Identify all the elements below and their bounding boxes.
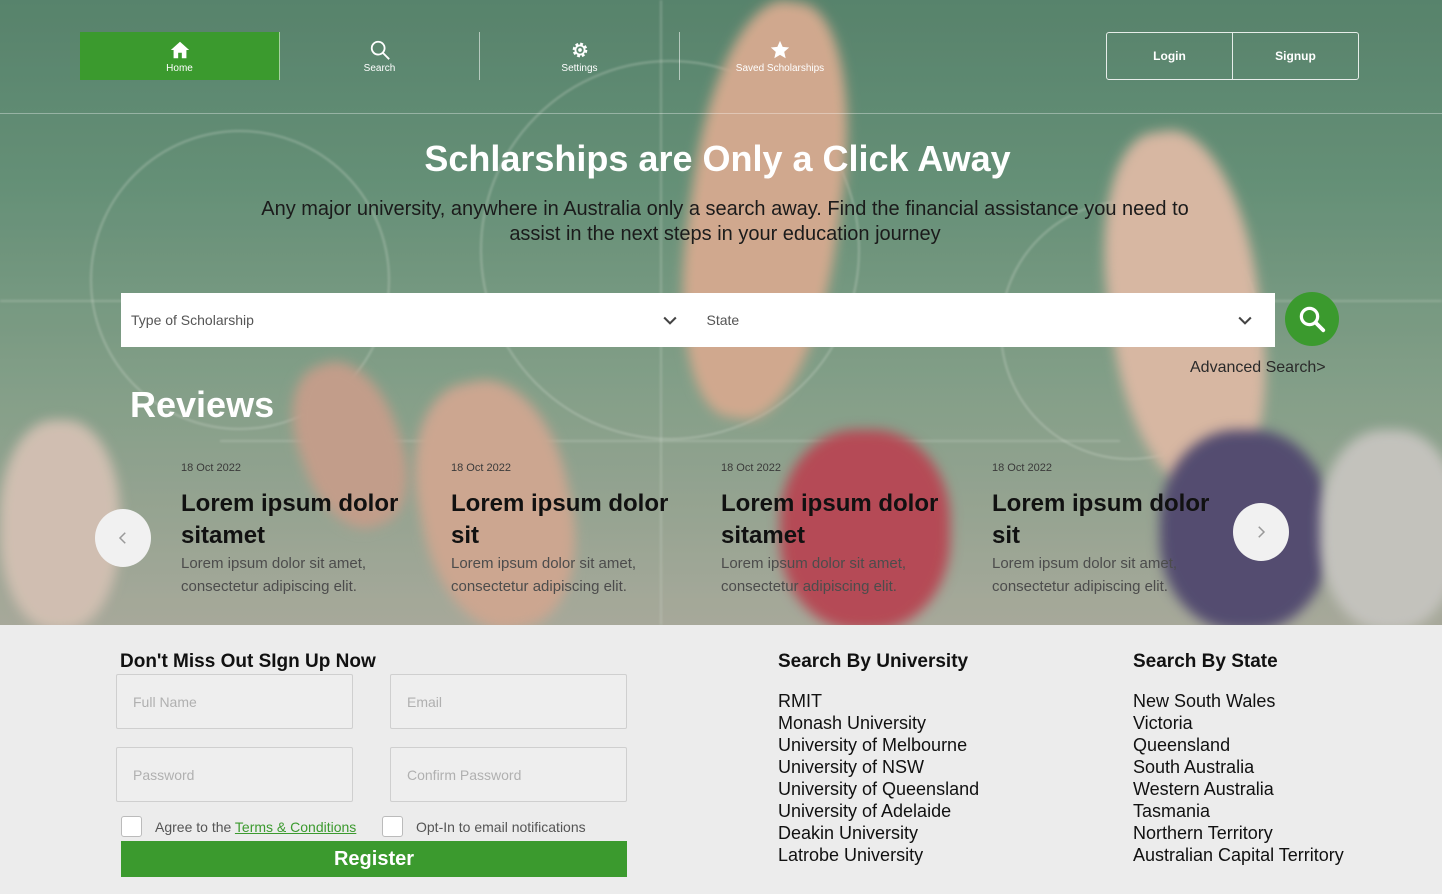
home-icon xyxy=(170,41,189,58)
university-link[interactable]: Monash University xyxy=(778,712,979,734)
main-nav: Home Search Settings Saved Scholarships xyxy=(80,32,880,80)
terms-prefix: Agree to the xyxy=(155,819,235,835)
optin-label: Opt-In to email notifications xyxy=(416,819,586,835)
gear-icon xyxy=(572,42,587,57)
search-icon xyxy=(1299,306,1326,333)
university-link[interactable]: RMIT xyxy=(778,690,979,712)
star-icon xyxy=(770,40,790,58)
hero-subtitle: Any major university, anywhere in Austra… xyxy=(261,198,1189,245)
reviews-title: Reviews xyxy=(130,384,275,425)
optin-checkbox[interactable] xyxy=(382,816,403,837)
nav-search[interactable]: Search xyxy=(280,32,480,80)
state-link[interactable]: Northern Territory xyxy=(1133,822,1344,844)
carousel-prev-button[interactable] xyxy=(95,509,151,567)
university-link[interactable]: Latrobe University xyxy=(778,844,979,866)
review-body: Lorem ipsum dolor sit amet, consectetur … xyxy=(992,555,1178,595)
search-bar: Type of Scholarship State xyxy=(121,293,1275,347)
nav-saved-scholarships[interactable]: Saved Scholarships xyxy=(680,32,880,80)
university-link[interactable]: University of Adelaide xyxy=(778,800,979,822)
auth-buttons: Login Signup xyxy=(1106,32,1359,80)
scholarship-type-placeholder: Type of Scholarship xyxy=(131,312,254,328)
state-list: New South Wales Victoria Queensland Sout… xyxy=(1133,690,1344,866)
review-body: Lorem ipsum dolor sit amet, consectetur … xyxy=(451,555,637,595)
state-link[interactable]: South Australia xyxy=(1133,756,1344,778)
state-select[interactable]: State xyxy=(695,293,1276,347)
search-icon xyxy=(370,40,390,60)
review-date: 18 Oct 2022 xyxy=(992,462,1052,474)
search-submit-button[interactable] xyxy=(1285,292,1339,346)
by-state-title: Search By State xyxy=(1133,651,1278,672)
terms-checkbox[interactable] xyxy=(121,816,142,837)
review-body: Lorem ipsum dolor sit amet, consectetur … xyxy=(181,555,367,595)
chevron-left-icon xyxy=(118,532,126,544)
review-card[interactable]: 18 Oct 2022 Lorem ipsum dolor sit Lorem … xyxy=(992,462,1222,598)
register-button[interactable]: Register xyxy=(121,841,627,877)
state-link[interactable]: Queensland xyxy=(1133,734,1344,756)
by-university-title: Search By University xyxy=(778,651,969,672)
password-field[interactable] xyxy=(116,747,353,802)
university-link[interactable]: University of NSW xyxy=(778,756,979,778)
terms-link[interactable]: Terms & Conditions xyxy=(235,819,356,835)
signup-title: Don't Miss Out SIgn Up Now xyxy=(120,651,376,672)
review-body: Lorem ipsum dolor sit amet, consectetur … xyxy=(721,555,907,595)
state-placeholder: State xyxy=(706,312,740,328)
chevron-right-icon xyxy=(1258,526,1266,538)
review-date: 18 Oct 2022 xyxy=(181,462,241,474)
nav-home[interactable]: Home xyxy=(80,32,280,80)
chevron-down-icon xyxy=(1238,316,1252,325)
university-link[interactable]: University of Melbourne xyxy=(778,734,979,756)
university-link[interactable]: Deakin University xyxy=(778,822,979,844)
university-list: RMIT Monash University University of Mel… xyxy=(778,690,979,866)
nav-settings-label: Settings xyxy=(561,62,598,74)
confirm-password-field[interactable] xyxy=(390,747,627,802)
nav-divider xyxy=(0,113,1442,114)
state-link[interactable]: New South Wales xyxy=(1133,690,1344,712)
review-card[interactable]: 18 Oct 2022 Lorem ipsum dolor sitamet Lo… xyxy=(721,462,951,598)
scholarship-type-select[interactable]: Type of Scholarship xyxy=(121,293,695,347)
advanced-search-link[interactable]: Advanced Search> xyxy=(1190,359,1326,377)
state-link[interactable]: Victoria xyxy=(1133,712,1344,734)
nav-settings[interactable]: Settings xyxy=(480,32,680,80)
nav-saved-label: Saved Scholarships xyxy=(735,62,825,74)
state-link[interactable]: Tasmania xyxy=(1133,800,1344,822)
nav-search-label: Search xyxy=(363,62,396,74)
hero-title: Schlarships are Only a Click Away xyxy=(424,138,1011,179)
nav-home-label: Home xyxy=(166,62,193,74)
state-link[interactable]: Australian Capital Territory xyxy=(1133,844,1344,866)
review-title: Lorem ipsum dolor sitamet xyxy=(181,490,399,549)
review-date: 18 Oct 2022 xyxy=(451,462,511,474)
state-link[interactable]: Western Australia xyxy=(1133,778,1344,800)
full-name-field[interactable] xyxy=(116,674,353,729)
login-button[interactable]: Login xyxy=(1107,33,1233,79)
review-date: 18 Oct 2022 xyxy=(721,462,781,474)
review-card[interactable]: 18 Oct 2022 Lorem ipsum dolor sit Lorem … xyxy=(451,462,681,598)
review-title: Lorem ipsum dolor sitamet xyxy=(721,490,939,549)
review-card[interactable]: 18 Oct 2022 Lorem ipsum dolor sitamet Lo… xyxy=(181,462,411,598)
email-field[interactable] xyxy=(390,674,627,729)
review-title: Lorem ipsum dolor sit xyxy=(992,490,1210,549)
terms-label: Agree to the Terms & Conditions xyxy=(155,819,356,835)
carousel-next-button[interactable] xyxy=(1233,503,1289,561)
university-link[interactable]: University of Queensland xyxy=(778,778,979,800)
chevron-down-icon xyxy=(662,316,677,325)
signup-button[interactable]: Signup xyxy=(1233,33,1358,79)
review-title: Lorem ipsum dolor sit xyxy=(451,490,669,549)
